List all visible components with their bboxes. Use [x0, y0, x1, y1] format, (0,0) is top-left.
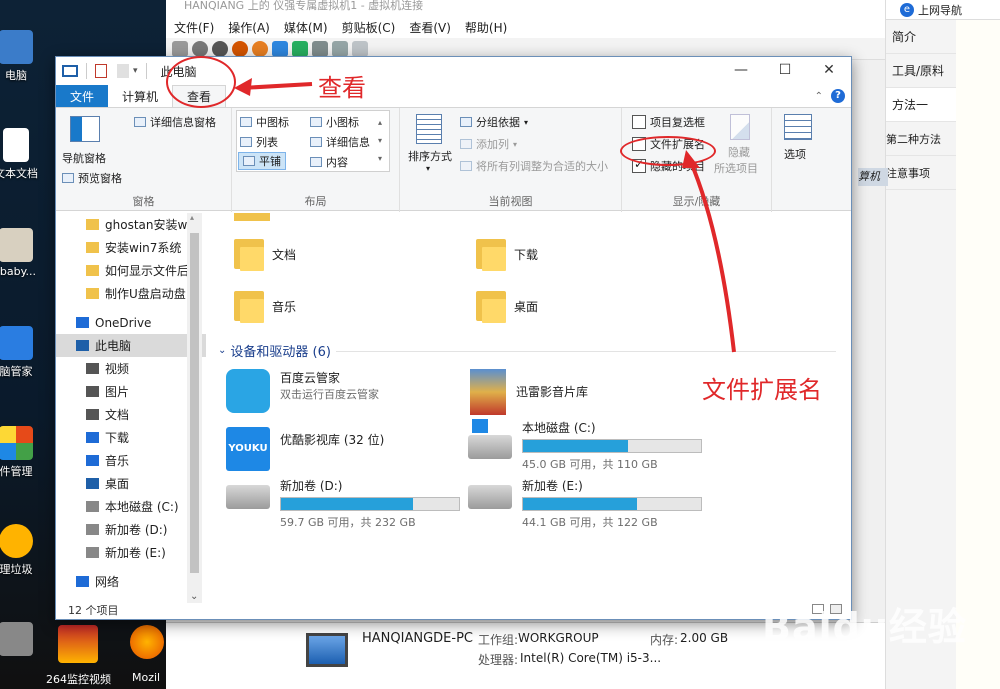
baidu-jingyan-watermark: Baidu经验 jingyan.baidu.com — [762, 596, 967, 657]
arrow-to-view-tab — [241, 82, 313, 90]
arrow-head — [682, 150, 700, 168]
arrow-to-file-ext — [688, 159, 736, 353]
arrow-head — [234, 78, 252, 96]
annotation-view: 查看 — [318, 74, 366, 102]
watermark-brand: Baidu经验 — [762, 605, 967, 649]
annotation-arrows — [234, 78, 736, 353]
annotation-file-ext: 文件扩展名 — [702, 376, 822, 404]
watermark-url: jingyan.baidu.com — [776, 644, 878, 657]
